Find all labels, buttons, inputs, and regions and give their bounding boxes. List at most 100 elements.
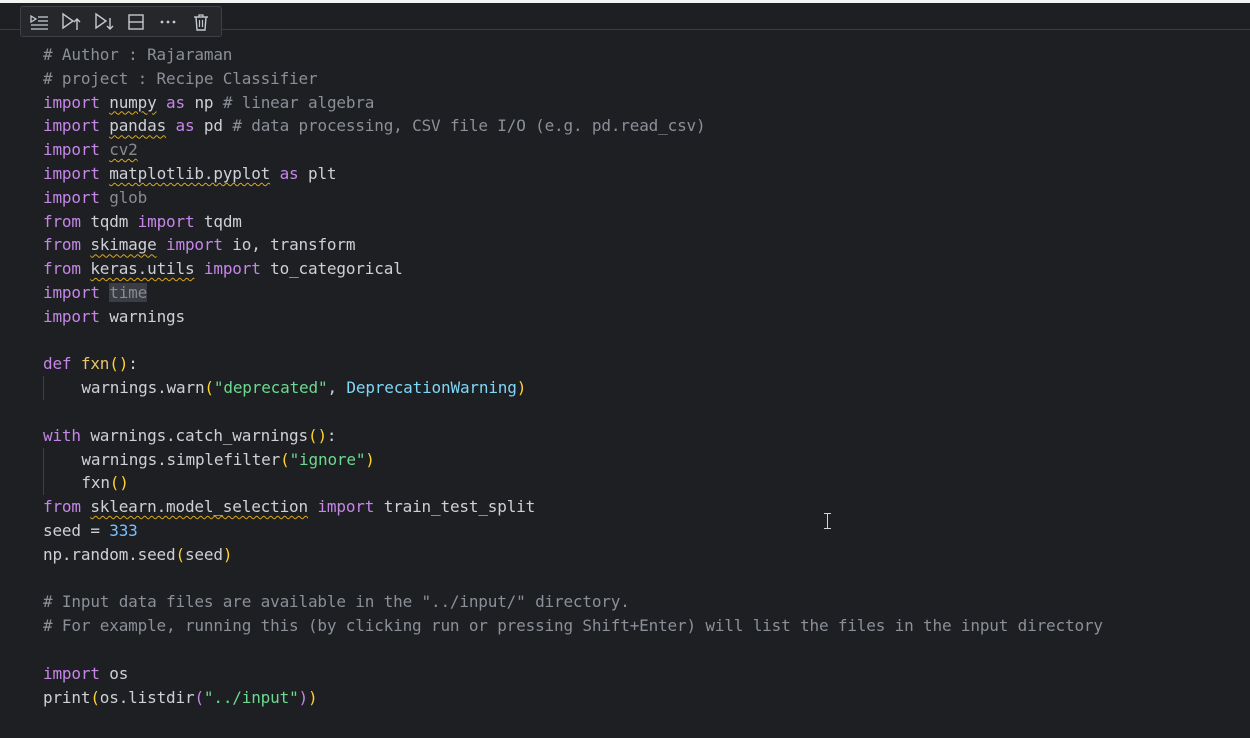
string: "../input" — [203, 687, 299, 707]
code-line-7: import glob — [43, 186, 1103, 210]
keyword: with — [43, 425, 81, 445]
code-line-27: import os — [43, 662, 1103, 686]
alias: pd — [203, 116, 223, 136]
more-actions-button[interactable] — [156, 10, 180, 34]
trash-icon — [193, 13, 208, 31]
code-line-5: import cv2 — [43, 138, 1103, 162]
indent-guide — [43, 471, 81, 496]
keyword: import — [43, 187, 100, 207]
code-line-20: from sklearn.model_selection import trai… — [43, 495, 1103, 519]
imported-name: io, transform — [232, 235, 356, 255]
paren: () — [109, 354, 129, 374]
class-name: DeprecationWarning — [346, 378, 517, 398]
imported-name: to_categorical — [270, 259, 403, 279]
module-name: sklearn.model_selection — [90, 497, 308, 517]
number: 333 — [109, 520, 138, 540]
code-line-15: warnings.warn("deprecated", DeprecationW… — [43, 376, 1103, 400]
paren: ( — [175, 544, 185, 564]
execute-below-button[interactable] — [92, 10, 116, 34]
keyword: import — [43, 140, 100, 160]
variable: seed = — [43, 520, 110, 540]
run-by-line-button[interactable] — [27, 10, 51, 34]
keyword: import — [43, 92, 100, 112]
call: warnings.warn — [81, 378, 205, 398]
keyword: import — [203, 259, 261, 279]
more-icon — [161, 20, 176, 23]
keyword: from — [43, 259, 81, 279]
code-line-2: # project : Recipe Classifier — [43, 67, 1103, 91]
module-name: cv2 — [109, 140, 138, 160]
alias: plt — [308, 163, 337, 183]
code-line-10: from keras.utils import to_categorical — [43, 257, 1103, 281]
module-name: matplotlib.pyplot — [109, 163, 271, 183]
code-editor[interactable]: # Author : Rajaraman # project : Recipe … — [43, 43, 1103, 709]
window-top-edge — [0, 0, 1250, 3]
paren: ) — [308, 687, 318, 707]
code-line-17: with warnings.catch_warnings(): — [43, 424, 1103, 448]
string: "ignore" — [289, 449, 366, 469]
keyword: import — [43, 663, 100, 683]
code-line-22: np.random.seed(seed) — [43, 543, 1103, 567]
imported-name: train_test_split — [383, 497, 536, 517]
code-line-12: import warnings — [43, 305, 1103, 329]
keyword: import — [317, 497, 375, 517]
code-line-1: # Author : Rajaraman — [43, 43, 1103, 67]
code-line-25: # For example, running this (by clicking… — [43, 614, 1103, 638]
code-line-8: from tqdm import tqdm — [43, 210, 1103, 234]
delete-cell-button[interactable] — [189, 10, 213, 34]
paren: () — [109, 473, 129, 493]
indent-guide — [43, 376, 81, 400]
code-line-9: from skimage import io, transform — [43, 233, 1103, 257]
code-line-19: fxn() — [43, 471, 1103, 496]
call: warnings.catch_warnings — [90, 425, 308, 445]
keyword: as — [175, 116, 195, 136]
paren: ( — [194, 687, 204, 707]
comment: # Author : Rajaraman — [43, 45, 233, 64]
function-name: fxn — [80, 354, 110, 374]
execute-above-button[interactable] — [59, 10, 83, 34]
imported-name: tqdm — [203, 211, 242, 231]
comment: # linear algebra — [222, 92, 375, 112]
split-cell-icon — [128, 13, 144, 30]
code-line-24: # Input data files are available in the … — [43, 590, 1103, 614]
keyword: import — [166, 235, 223, 255]
code-line-11: import time — [43, 281, 1103, 305]
module-name: pandas — [109, 116, 167, 136]
call: warnings.simplefilter — [81, 449, 281, 469]
keyword: as — [166, 92, 185, 112]
code-line-6: import matplotlib.pyplot as plt — [43, 162, 1103, 186]
code-line-21: seed = 333 — [43, 519, 1103, 543]
execute-above-icon — [62, 12, 81, 30]
keyword: import — [43, 163, 100, 183]
split-cell-button[interactable] — [124, 10, 148, 34]
code-line-14: def fxn(): — [43, 352, 1103, 376]
argument: seed — [184, 544, 223, 564]
paren: ) — [516, 378, 527, 398]
comment: # For example, running this (by clicking… — [43, 616, 1103, 636]
keyword: from — [43, 497, 81, 517]
keyword: import — [43, 116, 100, 136]
comment: # data processing, CSV file I/O (e.g. pd… — [232, 116, 706, 136]
module-name: tqdm — [90, 211, 129, 231]
keyword: from — [43, 235, 81, 255]
paren: ) — [365, 449, 375, 469]
alias: np — [194, 92, 214, 112]
notebook-editor: # Author : Rajaraman # project : Recipe … — [0, 0, 1250, 738]
paren: () — [307, 425, 327, 445]
text-cursor-icon — [824, 513, 831, 529]
paren: ( — [90, 687, 100, 707]
module-name: skimage — [90, 235, 157, 255]
inner-call: os.listdir — [99, 687, 195, 707]
paren: ) — [298, 687, 309, 707]
cell-toolbar — [20, 6, 222, 37]
keyword: from — [43, 211, 81, 231]
code-line-3: import numpy as np # linear algebra — [43, 91, 1103, 115]
execute-below-icon — [95, 12, 114, 30]
call: print — [43, 687, 91, 707]
keyword: def — [43, 354, 72, 374]
paren: ( — [280, 449, 290, 469]
colon: : — [128, 354, 138, 374]
